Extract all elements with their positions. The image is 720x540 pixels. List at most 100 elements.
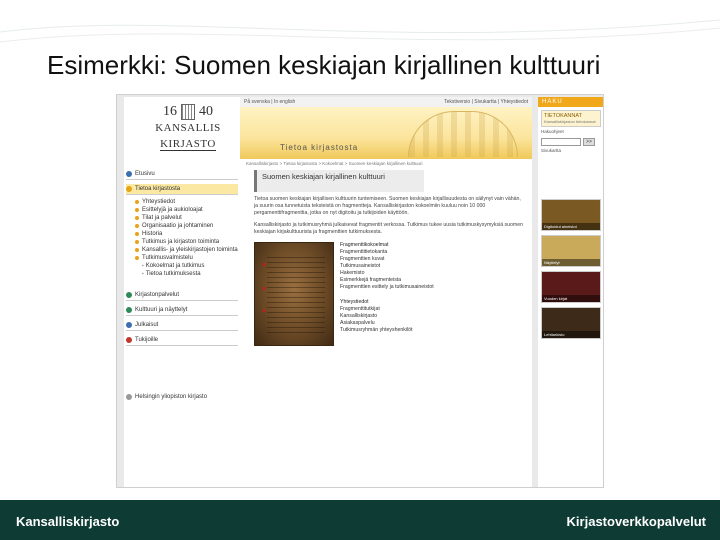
- sidebar-subitem[interactable]: Kokoelmat ja tutkimus: [126, 262, 238, 270]
- link-item[interactable]: Esimerkkejä fragmenteista: [340, 277, 434, 284]
- slide-footer: Kansalliskirjasto Kirjastoverkkopalvelut: [0, 500, 720, 540]
- slide-title: Esimerkki: Suomen keskiajan kirjallinen …: [47, 50, 601, 80]
- nav-section-label: Tukijoille: [135, 337, 159, 343]
- nav-section-supporters[interactable]: Tukijoille: [126, 335, 238, 346]
- footer-left-brand: Kansalliskirjasto: [16, 514, 120, 529]
- bullet-icon: [135, 240, 139, 244]
- link-item[interactable]: Fragmenttien kuvat: [340, 256, 434, 263]
- sidebar-item-label: Tutkimusvalmistelu: [142, 255, 193, 261]
- language-links[interactable]: På svenska | In english: [244, 99, 295, 105]
- rubric-mark: [263, 287, 266, 290]
- nav-section-services[interactable]: Kirjastonpalvelut: [126, 290, 238, 301]
- main-content: På svenska | In english Tekstiversio | S…: [240, 97, 532, 487]
- manuscript-image[interactable]: [254, 242, 334, 346]
- sidebar-item[interactable]: Esittelyjä ja aukioloajat: [126, 206, 238, 214]
- bullet-icon: [135, 232, 139, 236]
- links-heading: Fragmenttikokoelmat: [340, 242, 389, 248]
- nav-footer-link[interactable]: Helsingin yliopiston kirjasto: [126, 392, 238, 402]
- bullet-icon: [135, 200, 139, 204]
- banner-title: Tietoa kirjastosta: [280, 143, 359, 152]
- logo-year-right: 40: [199, 104, 213, 119]
- info-icon: [126, 186, 132, 192]
- sidebar-item-label: Esittelyjä ja aukioloajat: [142, 207, 203, 213]
- contacts-heading: Yhteystiedot: [340, 299, 369, 305]
- link-item[interactable]: Fragmenttitietokanta: [340, 249, 434, 256]
- culture-icon: [126, 307, 132, 313]
- nav-section-publications[interactable]: Julkaisut: [126, 320, 238, 331]
- link-item[interactable]: Kansalliskirjasto: [340, 313, 434, 320]
- rubric-mark: [263, 309, 266, 312]
- bullet-icon: [135, 256, 139, 260]
- rubric-mark: [263, 263, 266, 266]
- link-item[interactable]: Fragmenttien esittely ja tutkimusaineist…: [340, 284, 434, 291]
- link-item[interactable]: Asiakaspalvelu: [340, 320, 434, 327]
- library-logo[interactable]: 16 40 KANSALLIS KIRJASTO: [140, 104, 236, 162]
- promo-caption: Digitoidut aineistot: [542, 223, 600, 230]
- sidebar-subitem-label: Tietoa tutkimuksesta: [145, 271, 201, 277]
- sidebar-item-label: Kansallis- ja yleiskirjastojen toiminta: [142, 247, 238, 253]
- search-help-label[interactable]: Hakuohjeet: [541, 129, 601, 134]
- manuscript-text-lines: [267, 257, 325, 335]
- sidebar-item[interactable]: Tutkimus ja kirjaston toiminta: [126, 238, 238, 246]
- nav-footer-label: Helsingin yliopiston kirjasto: [135, 394, 208, 400]
- logo-name-line2: KIRJASTO: [160, 138, 216, 151]
- footer-right-brand: Kirjastoverkkopalvelut: [566, 514, 706, 529]
- bullet-icon: [135, 224, 139, 228]
- support-icon: [126, 337, 132, 343]
- search-form: >>: [541, 138, 601, 146]
- promo-caption: Näyttelyt: [542, 259, 600, 266]
- promo-banner[interactable]: Lehtiarkisto: [541, 307, 601, 339]
- nav-section-about[interactable]: Tietoa kirjastosta: [126, 184, 238, 195]
- sidebar-item[interactable]: Historia: [126, 230, 238, 238]
- breadcrumb[interactable]: Kansalliskirjasto > Tietoa kirjastosta >…: [240, 159, 532, 168]
- building-illustration: [408, 111, 518, 157]
- logo-year-left: 16: [163, 104, 177, 119]
- manuscript-section: Fragmenttikokoelmat Fragmenttitietokanta…: [240, 242, 532, 352]
- sidebar-subitem-label: Kokoelmat ja tutkimus: [145, 263, 205, 269]
- sidebar-item-label: Historia: [142, 231, 163, 237]
- search-button[interactable]: >>: [583, 138, 595, 146]
- nav-section-label: Kulttuuri ja näyttelyt: [135, 307, 188, 313]
- bullet-icon: [135, 248, 139, 252]
- sidebar-item[interactable]: Tilat ja palvelut: [126, 214, 238, 222]
- sidebar-item[interactable]: Yhteystiedot: [126, 198, 238, 206]
- promo-banner[interactable]: Digitoidut aineistot: [541, 199, 601, 231]
- intro-paragraph: Tietoa suomen keskiajan kirjallisen kult…: [254, 196, 521, 216]
- link-item[interactable]: Fragmenttitutkijat: [340, 306, 434, 313]
- sidebar-item-label: Tilat ja palvelut: [142, 215, 182, 221]
- link-item[interactable]: Tutkimusryhmän yhteyshenkilöt: [340, 327, 434, 334]
- promo-banner[interactable]: Näyttelyt: [541, 235, 601, 267]
- sidebar-item[interactable]: Kansallis- ja yleiskirjastojen toiminta: [126, 246, 238, 254]
- nav-section-culture[interactable]: Kulttuuri ja näyttelyt: [126, 305, 238, 316]
- nav-section-label: Tietoa kirjastosta: [135, 186, 181, 192]
- sitemap-link[interactable]: Sivukartta: [541, 148, 601, 153]
- nav-section-home[interactable]: Etusivu: [126, 169, 238, 180]
- page-title: Suomen keskiajan kirjallinen kulttuuri: [254, 170, 424, 192]
- page-banner: Tietoa kirjastosta: [240, 107, 532, 159]
- home-icon: [126, 171, 132, 177]
- promo-banner[interactable]: Vuoden kirjat: [541, 271, 601, 303]
- search-input[interactable]: [541, 138, 581, 146]
- sidebar-item-label: Yhteystiedot: [142, 199, 176, 205]
- second-paragraph: Kansalliskirjasto ja tutkimusryhmä julka…: [254, 222, 523, 235]
- sidebar-item[interactable]: Organisaatio ja johtaminen: [126, 222, 238, 230]
- databases-sub: Kansalliskirjaston tietokannat: [544, 119, 596, 124]
- sidebar-item-label: Organisaatio ja johtaminen: [142, 223, 214, 229]
- top-bar: På svenska | In english Tekstiversio | S…: [240, 97, 532, 107]
- books-icon: [126, 292, 132, 298]
- link-item[interactable]: Tutkimusaineistot: [340, 263, 434, 270]
- publications-icon: [126, 322, 132, 328]
- column-icon: [181, 104, 195, 120]
- left-navigation-column: 16 40 KANSALLIS KIRJASTO Etusivu Tietoa …: [124, 97, 240, 487]
- sidebar-item-label: Tutkimus ja kirjaston toiminta: [142, 239, 220, 245]
- nav-section-label: Kirjastonpalvelut: [135, 292, 180, 298]
- databases-link[interactable]: TIETOKANNAT Kansalliskirjaston tietokann…: [541, 110, 601, 127]
- link-item[interactable]: Hakemisto: [340, 270, 434, 277]
- sidebar-footer: Helsingin yliopiston kirjasto: [126, 392, 238, 402]
- sidebar-item[interactable]: Tutkimusvalmistelu: [126, 254, 238, 262]
- related-links: Fragmenttikokoelmat Fragmenttitietokanta…: [340, 242, 434, 334]
- utility-links[interactable]: Tekstiversio | Sivukartta | Yhteystiedot: [444, 99, 528, 105]
- sidebar-subitem[interactable]: Tietoa tutkimuksesta: [126, 270, 238, 278]
